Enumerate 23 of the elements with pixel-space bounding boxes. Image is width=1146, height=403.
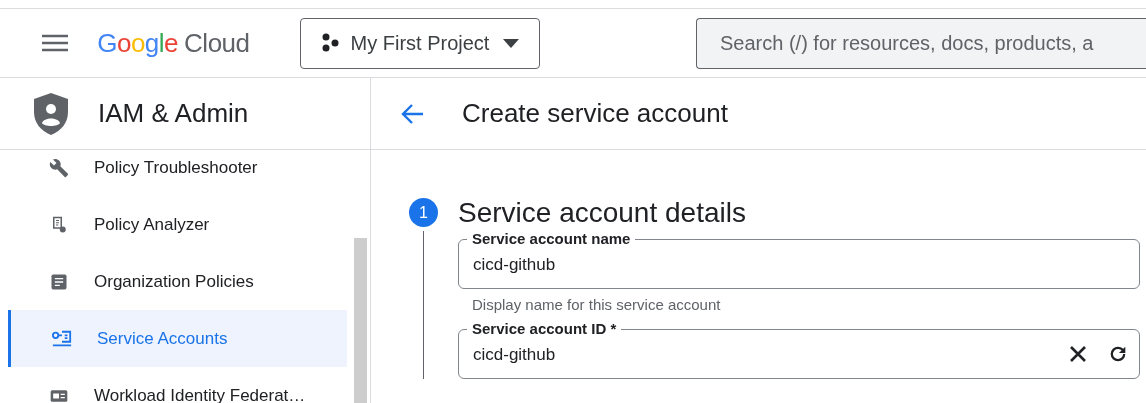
sidebar-item[interactable]: Policy Troubleshooter xyxy=(8,139,347,196)
sidebar-item[interactable]: Service Accounts xyxy=(8,310,347,367)
clear-icon[interactable] xyxy=(1069,344,1087,363)
section-title: IAM & Admin xyxy=(98,97,249,130)
sidebar-item[interactable]: Organization Policies xyxy=(8,253,347,310)
helper-text: Display name for this service account xyxy=(471,295,722,315)
back-arrow-icon xyxy=(400,102,424,125)
page-title: Create service account xyxy=(462,97,728,130)
caret-icon xyxy=(503,38,519,48)
field-value: cicd-github xyxy=(473,254,556,277)
sidebar-item[interactable]: Policy Analyzer xyxy=(8,196,347,253)
search-field[interactable]: Search (/) for resources, docs, products, a xyxy=(696,17,1146,69)
wrench-icon xyxy=(49,157,69,178)
step-number: 1 xyxy=(409,198,438,227)
account-key-icon xyxy=(51,328,73,349)
google-cloud-logo[interactable]: Google Cloud xyxy=(97,23,250,63)
menu-icon xyxy=(41,34,68,52)
shield-icon xyxy=(32,92,70,135)
scrollbar[interactable] xyxy=(354,238,367,403)
field-value: cicd-github xyxy=(473,343,556,366)
project-picker[interactable]: My First Project xyxy=(299,17,540,69)
report-icon xyxy=(50,215,68,234)
step-title: Service account details xyxy=(458,199,747,227)
